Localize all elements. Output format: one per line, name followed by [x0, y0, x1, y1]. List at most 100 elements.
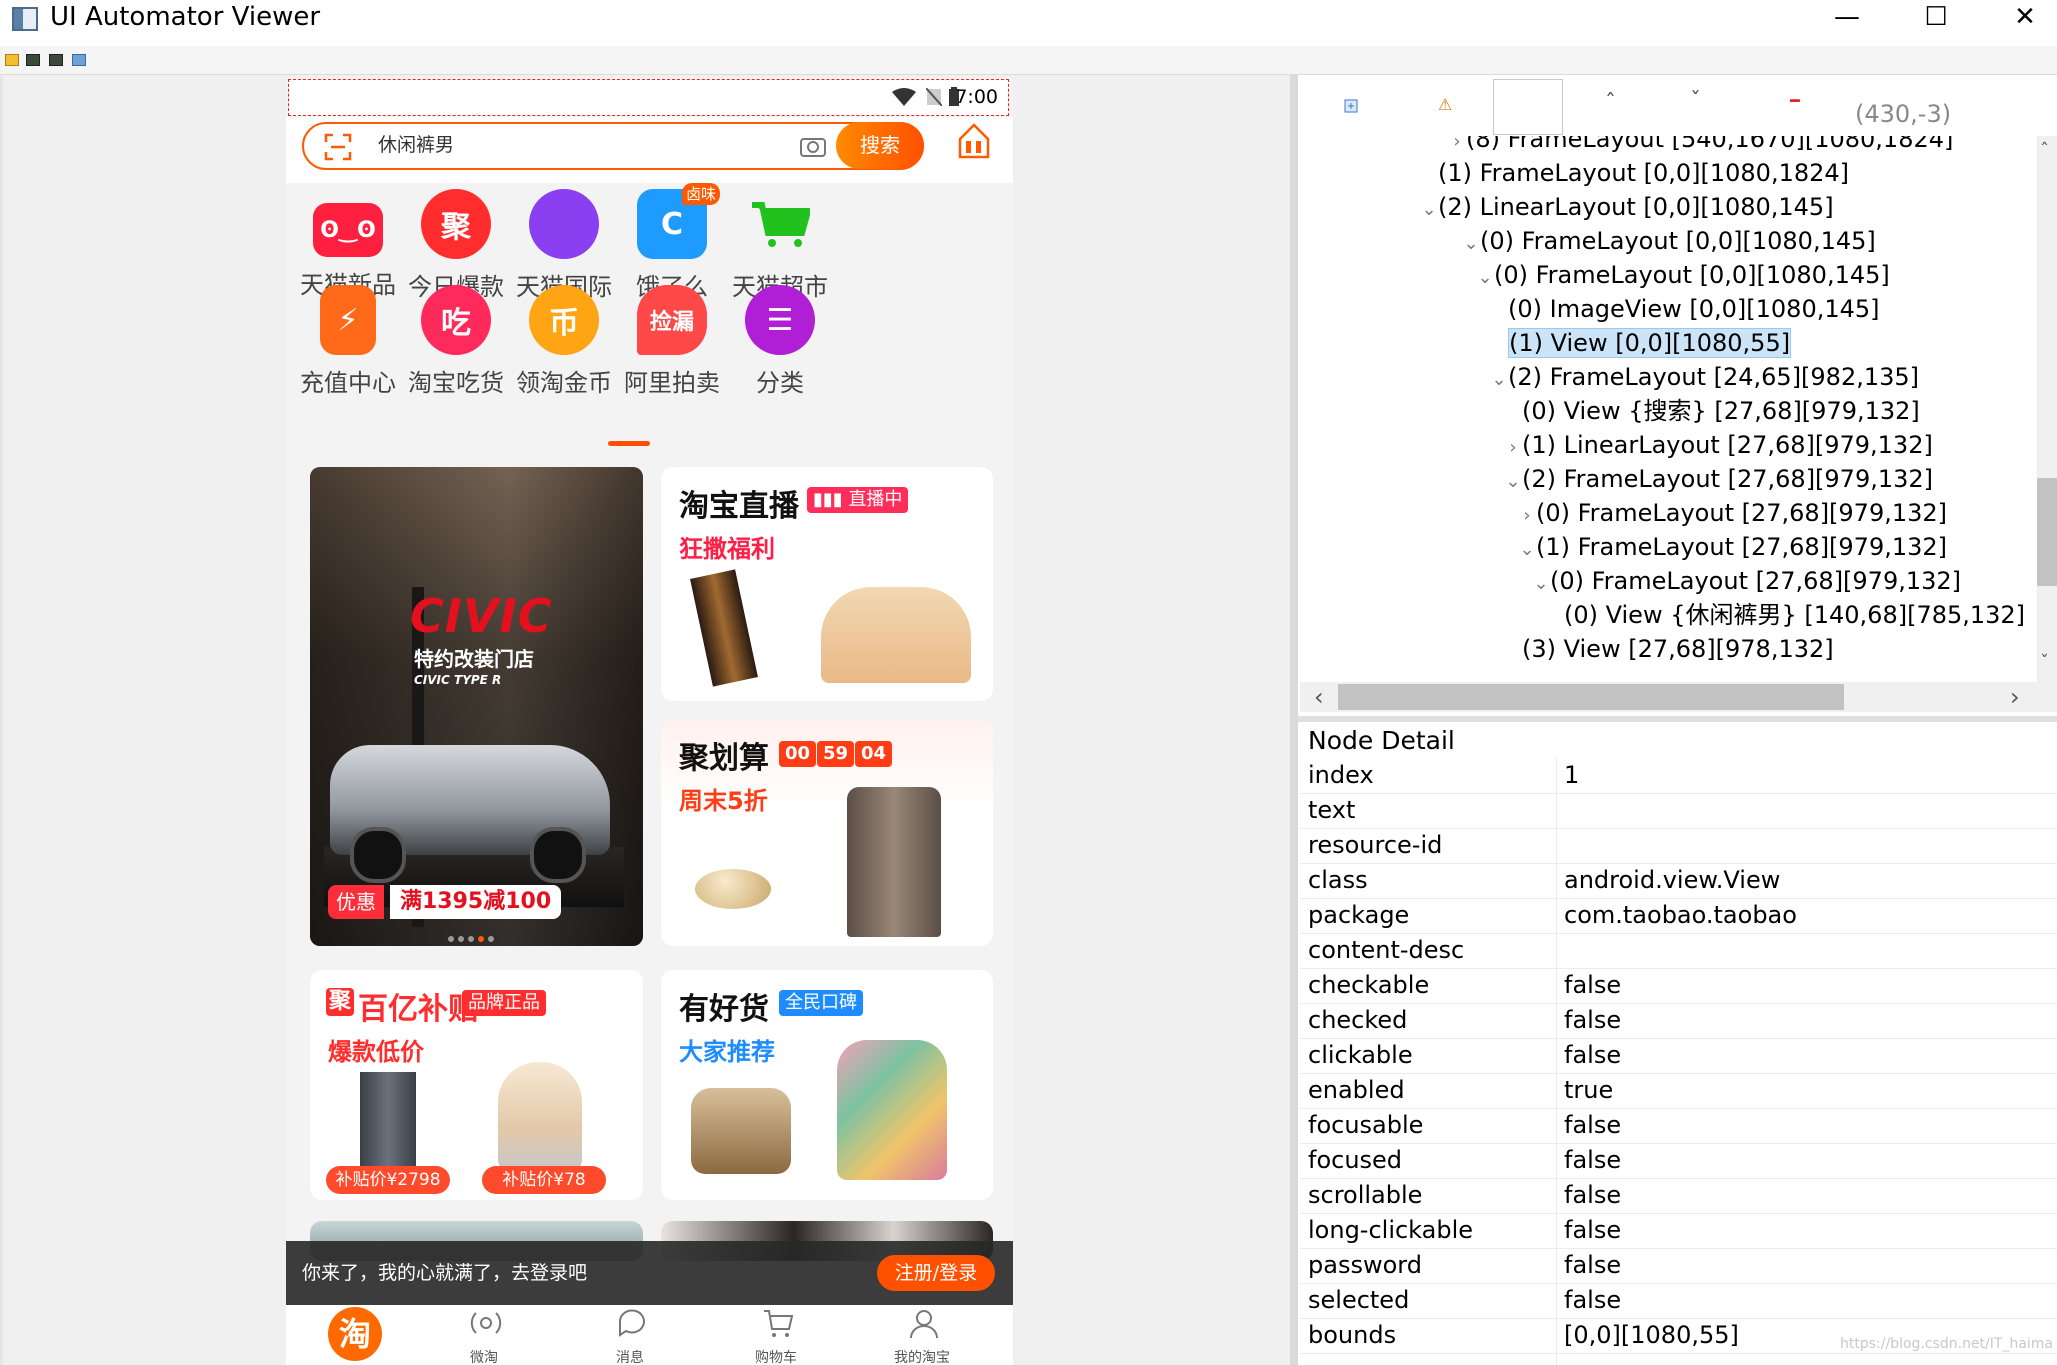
expand-toggle-icon[interactable]: ›: [1518, 499, 1536, 533]
tree-node[interactable]: ⌄(2) LinearLayout [0,0][1080,145]: [1420, 190, 1833, 227]
tree-node-label: (0) View {休闲裤男} [140,68][785,132]: [1564, 601, 2026, 629]
category-9[interactable]: ☰ 分类: [720, 285, 840, 398]
expand-all-icon[interactable]: [1344, 99, 1358, 113]
tree-node[interactable]: (3) View [27,68][978,132]: [1504, 632, 1834, 666]
device-screenshot-icon[interactable]: [26, 54, 40, 66]
search-box[interactable]: 休闲裤男 搜索: [302, 122, 924, 170]
scroll-down-icon[interactable]: ˇ: [2040, 652, 2049, 673]
tree-node-label: (0) FrameLayout [27,68][979,132]: [1536, 499, 1948, 527]
search-input[interactable]: 休闲裤男: [378, 124, 454, 167]
minimize-button[interactable]: —: [1817, 0, 1877, 34]
category-8[interactable]: 捡漏 阿里拍卖: [612, 285, 732, 398]
toggle-naf-button[interactable]: [1493, 79, 1563, 135]
expand-toggle-icon[interactable]: ⌄: [1420, 193, 1438, 227]
tree-node[interactable]: (0) ImageView [0,0][1080,145]: [1490, 292, 1880, 326]
expand-toggle-icon[interactable]: ⌄: [1476, 261, 1494, 295]
scan-icon[interactable]: [324, 133, 352, 161]
expand-toggle-icon[interactable]: ⌄: [1490, 363, 1508, 397]
panel-border: [0, 75, 3, 1365]
detail-row-checked[interactable]: checked false: [1300, 1003, 2057, 1039]
tree-node[interactable]: › (0) FrameLayout [27,68][979,132]: [1518, 496, 1947, 530]
expand-toggle-icon[interactable]: ⌄: [1532, 567, 1550, 601]
login-prompt: 你来了，我的心就满了，去登录吧: [302, 1262, 588, 1284]
detail-row-class[interactable]: class android.view.View: [1300, 863, 2057, 899]
scroll-right-icon[interactable]: ›: [2010, 682, 2020, 712]
scroll-left-icon[interactable]: ‹: [1314, 682, 1324, 712]
hierarchy-tree[interactable]: › (8) FrameLayout [540,1670][1080,1824] (1…: [1300, 136, 2037, 682]
search-row: 休闲裤男 搜索: [286, 117, 1013, 183]
nav-profile[interactable]: 我的淘宝: [872, 1305, 972, 1365]
tree-node[interactable]: ⌄(0) FrameLayout [0,0][1080,145]: [1476, 258, 1889, 295]
tree-node[interactable]: › (1) LinearLayout [27,68][979,132]: [1504, 428, 1932, 465]
expand-toggle-icon[interactable]: ⌄: [1504, 465, 1522, 499]
tree-node[interactable]: ⌄(1) FrameLayout [27,68][979,132]: [1518, 530, 1947, 564]
category-6[interactable]: 吃淘宝吃货: [396, 285, 516, 398]
nav-cart[interactable]: 购物车: [726, 1305, 826, 1365]
tree-node[interactable]: ⌄(2) FrameLayout [27,68][979,132]: [1504, 462, 1933, 496]
category-7[interactable]: 币领淘金币: [504, 285, 624, 398]
detail-row-enabled[interactable]: enabled true: [1300, 1073, 2057, 1109]
nav-weitao[interactable]: 微淘: [434, 1305, 534, 1365]
expand-toggle-icon[interactable]: ›: [1504, 431, 1522, 465]
detail-key: checkable: [1308, 971, 1430, 999]
detail-row-package[interactable]: package com.taobao.taobao: [1300, 898, 2057, 934]
tree-node[interactable]: ⌄(0) FrameLayout [0,0][1080,145]: [1462, 224, 1875, 261]
detail-row-content-desc[interactable]: content-desc: [1300, 933, 2057, 969]
detail-row-selected[interactable]: selected false: [1300, 1283, 2057, 1319]
save-icon[interactable]: [72, 54, 86, 66]
carousel-dots: [448, 927, 508, 942]
camera-icon[interactable]: [799, 134, 827, 158]
open-folder-icon[interactable]: [5, 54, 19, 66]
expand-toggle-icon[interactable]: ⌄: [1518, 533, 1536, 567]
search-button[interactable]: 搜索: [836, 122, 924, 169]
member-code-icon[interactable]: [956, 121, 992, 161]
clear-icon[interactable]: ━: [1790, 91, 1800, 110]
tree-node[interactable]: (1) FrameLayout [0,0][1080,1824]: [1420, 156, 1849, 190]
tree-node[interactable]: ⌄(0) FrameLayout [27,68][979,132]: [1532, 564, 1961, 598]
detail-row-checkable[interactable]: checkable false: [1300, 968, 2057, 1004]
detail-row-focusable[interactable]: focusable false: [1300, 1108, 2057, 1144]
tree-node[interactable]: (1) View [0,0][1080,55]: [1490, 326, 1792, 360]
panel-splitter[interactable]: [1290, 75, 1298, 1365]
detail-value: false: [1564, 1041, 1622, 1069]
tree-node[interactable]: › (8) FrameLayout [540,1670][1080,1824]: [1448, 136, 1953, 156]
detail-row-long-clickable[interactable]: long-clickable false: [1300, 1213, 2057, 1249]
detail-row-resource-id[interactable]: resource-id: [1300, 828, 2057, 864]
tree-vertical-scrollbar[interactable]: [2037, 136, 2057, 682]
tree-node[interactable]: ⌄(2) FrameLayout [24,65][982,135]: [1490, 360, 1919, 394]
tree-node[interactable]: (0) View {休闲裤男} [140,68][785,132]: [1546, 598, 2025, 632]
detail-row-scrollable[interactable]: scrollable false: [1300, 1178, 2057, 1214]
detail-row-text[interactable]: text: [1300, 793, 2057, 829]
detail-row-password[interactable]: password false: [1300, 1248, 2057, 1284]
live-card[interactable]: 淘宝直播 ▮▮▮ 直播中 狂撒福利: [661, 467, 993, 701]
category-5[interactable]: ⚡ 充值中心: [288, 285, 408, 398]
close-button[interactable]: ✕: [1995, 0, 2055, 34]
detail-key: text: [1308, 796, 1356, 824]
detail-value: false: [1564, 1181, 1622, 1209]
nav-messages[interactable]: 消息: [580, 1305, 680, 1365]
tree-horizontal-scroll-thumb[interactable]: [1338, 684, 1844, 710]
up-icon[interactable]: ˆ: [1605, 91, 1616, 116]
login-button[interactable]: 注册/登录: [877, 1255, 995, 1291]
planet-icon: [529, 189, 599, 259]
tree-vertical-scroll-thumb[interactable]: [2037, 478, 2057, 586]
detail-row-focused[interactable]: focused false: [1300, 1143, 2057, 1179]
tree-node[interactable]: (0) View {搜索} [27,68][979,132]: [1504, 394, 1920, 428]
nav-home[interactable]: 淘: [306, 1305, 406, 1365]
good-products-card[interactable]: 有好货 全民口碑 大家推荐: [661, 970, 993, 1200]
down-icon[interactable]: ˇ: [1690, 89, 1701, 114]
maximize-button[interactable]: ☐: [1906, 0, 1966, 34]
detail-row-index[interactable]: index 1: [1300, 758, 2057, 794]
expand-toggle-icon[interactable]: ⌄: [1462, 227, 1480, 261]
warning-icon[interactable]: ⚠: [1438, 95, 1452, 114]
promo-tag: 优惠: [328, 885, 384, 919]
device-screenshot[interactable]: 7:00 休闲裤男 搜索 CIVIC 特约改装门店 CIVIC TYPE R 优…: [286, 77, 1013, 1365]
scroll-up-icon[interactable]: ˆ: [2040, 140, 2049, 161]
category-0[interactable]: ʘ‿ʘ天猫新品: [288, 189, 408, 300]
detail-row-clickable[interactable]: clickable false: [1300, 1038, 2057, 1074]
juhuasuan-card[interactable]: 聚划算 00 59 04 周末5折: [661, 719, 993, 946]
subsidy-card[interactable]: 聚 百亿补贴 品牌正品 爆款低价 补贴价¥2798 补贴价¥78: [310, 970, 643, 1200]
device-screenshot-compressed-icon[interactable]: [49, 54, 63, 66]
promo-banner[interactable]: CIVIC 特约改装门店 CIVIC TYPE R 优惠 满1395减100: [310, 467, 643, 946]
detail-column-divider: [1556, 758, 1557, 1365]
